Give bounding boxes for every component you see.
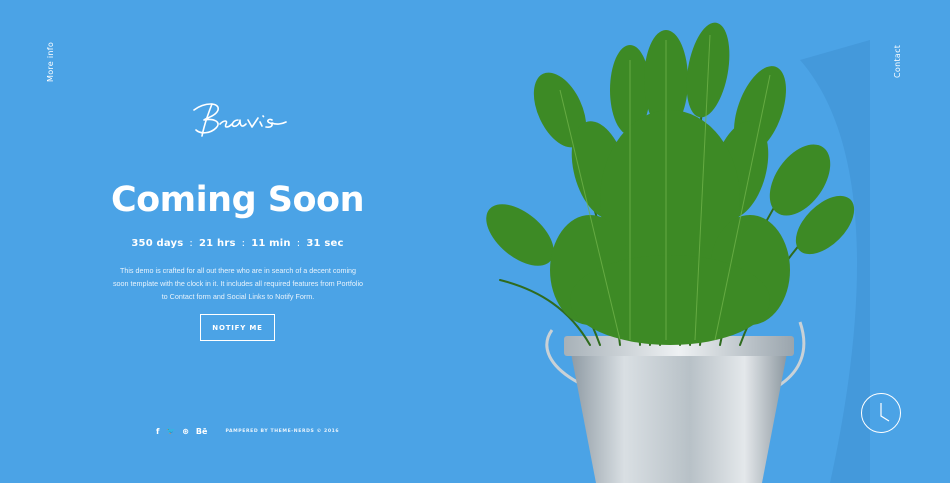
countdown-timer: 350 days:21 hrs:11 min:31 sec	[0, 238, 475, 249]
clock-button[interactable]	[861, 393, 901, 433]
countdown-separator: :	[296, 238, 301, 249]
page-title: Coming Soon	[110, 180, 365, 220]
footer: f 🐦 ⊛ Bē PAMPERED BY THEME-NERDS © 2016	[156, 425, 339, 437]
countdown-minutes: 11 min	[251, 238, 291, 249]
behance-icon[interactable]: Bē	[196, 427, 208, 436]
countdown-separator: :	[189, 238, 193, 249]
social-links: f 🐦 ⊛ Bē	[156, 427, 207, 436]
footer-credit: PAMPERED BY THEME-NERDS © 2016	[225, 428, 340, 434]
countdown-separator: :	[241, 238, 246, 249]
more-info-link[interactable]: More info	[46, 42, 55, 82]
contact-link[interactable]: Contact	[893, 45, 902, 78]
countdown-hours: 21 hrs	[199, 238, 236, 249]
twitter-icon[interactable]: 🐦	[166, 427, 175, 435]
facebook-icon[interactable]: f	[156, 427, 159, 436]
plant-bucket-image	[486, 22, 870, 483]
countdown-seconds: 31 sec	[306, 238, 344, 249]
clock-icon	[880, 403, 890, 422]
notify-me-button[interactable]: NOTIFY ME	[200, 314, 275, 341]
brand-logo	[193, 103, 287, 137]
description-text: This demo is crafted for all out there w…	[112, 266, 364, 301]
countdown-days: 350 days	[131, 238, 184, 249]
dribbble-icon[interactable]: ⊛	[182, 427, 189, 436]
